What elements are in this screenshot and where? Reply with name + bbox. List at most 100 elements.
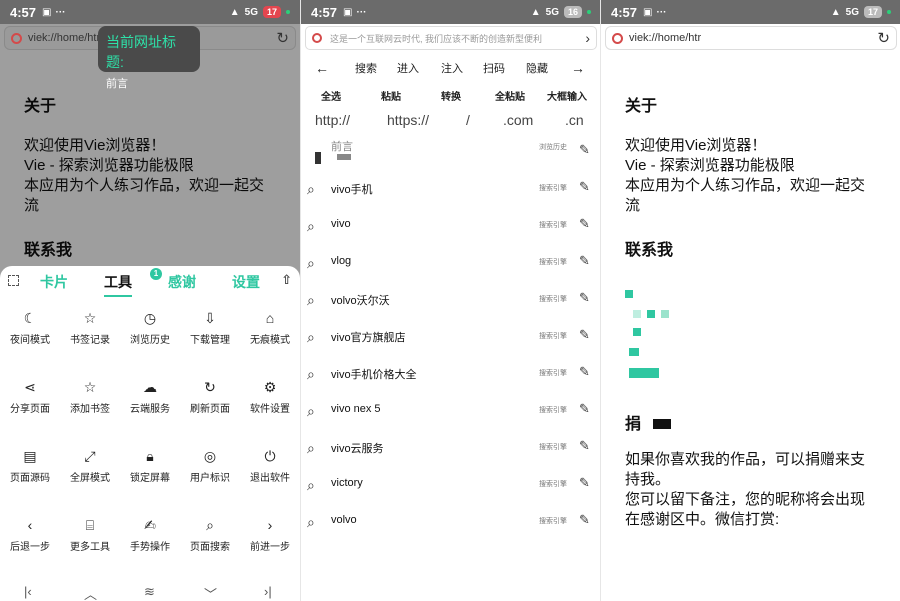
tab-cards[interactable]: 卡片 <box>40 272 68 292</box>
domain-http[interactable]: http:// <box>315 112 350 128</box>
history-item[interactable]: 前言 浏览历史 ✎ <box>301 134 600 171</box>
quick-select-all[interactable]: 全选 <box>321 88 341 103</box>
battery-badge: 17 <box>863 6 882 18</box>
tool-item[interactable]: ⚙ 软件设置 <box>240 369 300 429</box>
tool-item[interactable]: ☆ 添加书签 <box>60 369 120 429</box>
download-icon: ⇩ <box>204 310 216 326</box>
tool-item[interactable]: ◷ 浏览历史 <box>120 300 180 360</box>
suggestion-item[interactable]: ⌕ vivo云服务 搜索引擎 ✎ <box>301 430 600 467</box>
tools-sheet: 卡片 工具 1 感谢 设置 ⇧ ☾ 夜间模式 ☆ 书签记录 ◷ 浏览历史 ⇩ 下载管理 ⌂ 无痕模… <box>0 266 300 601</box>
domain-https[interactable]: https:// <box>387 112 429 128</box>
reload-icon[interactable]: ↻ <box>877 29 890 47</box>
search-placeholder[interactable]: 这是一个互联网云时代, 我们应该不断的创造新型便利 <box>330 32 585 45</box>
tool-item[interactable]: › 前进一步 <box>240 507 300 567</box>
tool-item[interactable]: ⌕ 页面搜索 <box>180 507 240 567</box>
suggestion-item[interactable]: ⌕ vivo 搜索引擎 ✎ <box>301 208 600 245</box>
tool-label: 页面搜索 <box>190 542 230 553</box>
action-hide[interactable]: 隐藏 <box>526 60 548 76</box>
suggestion-text: vivo手机 <box>331 184 373 196</box>
tool-item[interactable]: ▤ 页面源码 <box>0 438 60 498</box>
search-icon: ⌕ <box>307 440 315 456</box>
edit-icon[interactable]: ✎ <box>579 475 590 491</box>
suggestion-item[interactable]: ⌕ vivo nex 5 搜索引擎 ✎ <box>301 393 600 430</box>
collapse-up-icon[interactable]: ⇧ <box>281 272 292 288</box>
status-bar: 4:57 ▣ ··· ▲ 5G 17 <box>0 0 300 24</box>
quick-paste-all[interactable]: 全粘贴 <box>495 88 525 103</box>
edit-icon[interactable]: ✎ <box>579 327 590 343</box>
forward-arrow-icon[interactable]: → <box>571 60 585 76</box>
edit-icon[interactable]: ✎ <box>579 512 590 528</box>
battery-badge: 16 <box>563 6 582 18</box>
search-icon: ⌕ <box>307 477 315 493</box>
engine-tag: 搜索引擎 <box>539 296 567 303</box>
tab-settings[interactable]: 设置 <box>232 272 260 292</box>
suggestion-item[interactable]: ⌕ vlog 搜索引擎 ✎ <box>301 245 600 282</box>
panel-tools-menu: 关于 欢迎使用Vie浏览器！ Vie - 探索浏览器功能极限 本应用为个人练习作… <box>0 0 300 601</box>
scroll-down-icon[interactable]: ﹀ <box>204 584 217 601</box>
tool-item[interactable]: ⌂ 无痕模式 <box>240 300 300 360</box>
url-text[interactable]: viek://home/htr <box>629 32 877 44</box>
page-content: 关于 欢迎使用Vie浏览器！ Vie - 探索浏览器功能极限 本应用为个人练习作… <box>601 52 900 530</box>
suggestion-item[interactable]: ⌕ volvo沃尔沃 搜索引擎 ✎ <box>301 282 600 319</box>
suggestion-item[interactable]: ⌕ victory 搜索引擎 ✎ <box>301 467 600 504</box>
reload-icon[interactable]: ↻ <box>276 29 289 47</box>
tab-tools[interactable]: 工具 <box>104 272 132 297</box>
url-bar[interactable]: viek://home/htr ↻ <box>605 26 897 50</box>
domain-slash[interactable]: / <box>466 112 470 128</box>
tab-thanks[interactable]: 感谢 <box>168 272 196 292</box>
first-page-icon[interactable]: |‹ <box>24 584 32 599</box>
edit-icon[interactable]: ✎ <box>579 142 590 158</box>
redacted-block <box>315 152 321 164</box>
heading-donate-text: 捐 <box>625 416 642 433</box>
scan-icon[interactable] <box>8 275 19 286</box>
stack-icon[interactable]: ≋ <box>144 584 155 600</box>
suggestion-item[interactable]: ⌕ vivo官方旗舰店 搜索引擎 ✎ <box>301 319 600 356</box>
action-enter[interactable]: 进入 <box>397 60 419 76</box>
edit-icon[interactable]: ✎ <box>579 253 590 269</box>
tool-item[interactable]: ☆ 书签记录 <box>60 300 120 360</box>
tool-label: 夜间模式 <box>10 335 50 346</box>
quick-large-input[interactable]: 大框输入 <box>547 88 587 103</box>
edit-icon[interactable]: ✎ <box>579 438 590 454</box>
incognito-icon: ⌂ <box>265 310 275 326</box>
edit-icon[interactable]: ✎ <box>579 401 590 417</box>
status-time: 4:57 <box>311 4 338 20</box>
tool-item[interactable]: ☾ 夜间模式 <box>0 300 60 360</box>
domain-cn[interactable]: .cn <box>565 112 584 128</box>
search-input[interactable]: 这是一个互联网云时代, 我们应该不断的创造新型便利 › <box>305 26 597 50</box>
tool-item[interactable]: 🔒︎ 锁定屏幕 <box>120 438 180 498</box>
clock-icon: ◷ <box>143 310 157 326</box>
action-scan[interactable]: 扫码 <box>483 60 505 76</box>
suggestion-text: victory <box>331 477 363 489</box>
tool-item[interactable]: ↻ 刷新页面 <box>180 369 240 429</box>
edit-icon[interactable]: ✎ <box>579 179 590 195</box>
quick-paste[interactable]: 粘贴 <box>381 88 401 103</box>
search-icon: ⌕ <box>307 218 315 234</box>
scroll-up-icon[interactable]: ︿ <box>84 584 97 601</box>
edit-icon[interactable]: ✎ <box>579 364 590 380</box>
tool-item[interactable]: ‹ 后退一步 <box>0 507 60 567</box>
tool-item[interactable]: ⋖ 分享页面 <box>0 369 60 429</box>
tool-item[interactable]: ✍ 手势操作 <box>120 507 180 567</box>
redacted-block <box>337 154 351 160</box>
suggestion-text: vivo官方旗舰店 <box>331 332 406 344</box>
action-search[interactable]: 搜索 <box>355 60 377 76</box>
edit-icon[interactable]: ✎ <box>579 216 590 232</box>
tool-item[interactable]: ◎ 用户标识 <box>180 438 240 498</box>
tool-item[interactable]: ☁ 云端服务 <box>120 369 180 429</box>
quick-convert[interactable]: 转换 <box>441 88 461 103</box>
tool-item[interactable]: ⏻ 退出软件 <box>240 438 300 498</box>
tool-item[interactable]: ⌸ 更多工具 <box>60 507 120 567</box>
domain-com[interactable]: .com <box>503 112 533 128</box>
tool-label: 下载管理 <box>190 335 230 346</box>
edit-icon[interactable]: ✎ <box>579 290 590 306</box>
go-arrow-icon[interactable]: › <box>585 30 590 46</box>
tool-item[interactable]: ⤢ 全屏模式 <box>60 438 120 498</box>
tool-item[interactable]: ⇩ 下载管理 <box>180 300 240 360</box>
action-inject[interactable]: 注入 <box>441 60 463 76</box>
suggestion-item[interactable]: ⌕ vivo手机 搜索引擎 ✎ <box>301 171 600 208</box>
suggestion-item[interactable]: ⌕ volvo 搜索引擎 ✎ <box>301 504 600 541</box>
suggestion-item[interactable]: ⌕ vivo手机价格大全 搜索引擎 ✎ <box>301 356 600 393</box>
back-arrow-icon[interactable]: ← <box>315 60 329 76</box>
last-page-icon[interactable]: ›| <box>264 584 272 599</box>
